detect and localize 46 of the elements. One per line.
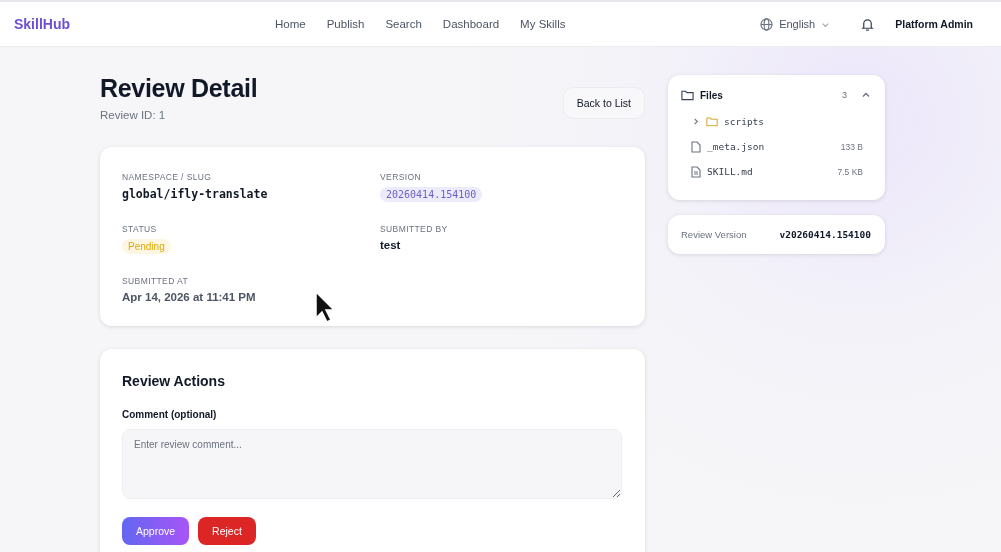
folder-icon: [681, 89, 694, 101]
file-count: 3: [842, 90, 847, 100]
folder-icon: [706, 116, 718, 127]
globe-icon: [760, 17, 774, 31]
section-title: Review Actions: [122, 373, 226, 389]
notification-icon[interactable]: [860, 16, 876, 32]
file-icon: [691, 140, 701, 153]
submitter-value: test: [380, 239, 401, 251]
field-label: NAMESPACE / SLUG: [122, 172, 212, 182]
version-badge: 20260414.154100: [380, 187, 483, 202]
nav-link[interactable]: Dashboard: [442, 18, 500, 30]
field-label: SUBMITTED BY: [380, 224, 448, 234]
status-badge: Pending: [122, 239, 171, 254]
review-id: Review ID: 1: [100, 109, 167, 121]
file-name: scripts: [724, 116, 766, 127]
nav-link[interactable]: Search: [385, 18, 422, 30]
field-label: VERSION: [380, 172, 422, 182]
expand-icon[interactable]: [692, 117, 700, 126]
comment-label: Comment (optional): [122, 409, 218, 420]
review-version-label: Review Version: [681, 229, 747, 240]
file-row[interactable]: SKILL.md 7.5 KB: [681, 159, 871, 184]
nav-link[interactable]: Publish: [326, 18, 365, 30]
back-button[interactable]: Back to List: [562, 87, 645, 119]
user-name[interactable]: Platform Admin: [895, 18, 973, 30]
file-name: _meta.json: [707, 141, 766, 152]
file-name: SKILL.md: [707, 166, 754, 177]
logo[interactable]: SkillHub: [14, 16, 70, 32]
file-size: 7.5 KB: [837, 166, 864, 177]
field-label: STATUS: [122, 224, 157, 234]
nav-link[interactable]: My Skills: [520, 18, 566, 30]
comment-field[interactable]: Enter review comment...: [122, 429, 622, 499]
file-row[interactable]: scripts: [681, 109, 871, 134]
field-label: SUBMITTED AT: [122, 276, 189, 286]
page-title: Review Detail: [100, 74, 258, 103]
collapse-icon[interactable]: [861, 90, 871, 100]
nav-link[interactable]: Home: [275, 18, 306, 30]
language-selector[interactable]: English: [760, 17, 831, 31]
file-row[interactable]: _meta.json 133 B: [681, 134, 871, 159]
review-version-value: v20260414.154100: [779, 229, 871, 240]
files-title: Files: [700, 89, 724, 101]
file-size: 133 B: [840, 141, 864, 152]
reject-button[interactable]: Reject: [198, 517, 256, 545]
date-value: Apr 14, 2026 at 11:41 PM: [122, 291, 256, 303]
slug-value: global/ifly-translate: [122, 187, 268, 201]
document-icon: [691, 165, 701, 178]
approve-button[interactable]: Approve: [122, 517, 190, 545]
